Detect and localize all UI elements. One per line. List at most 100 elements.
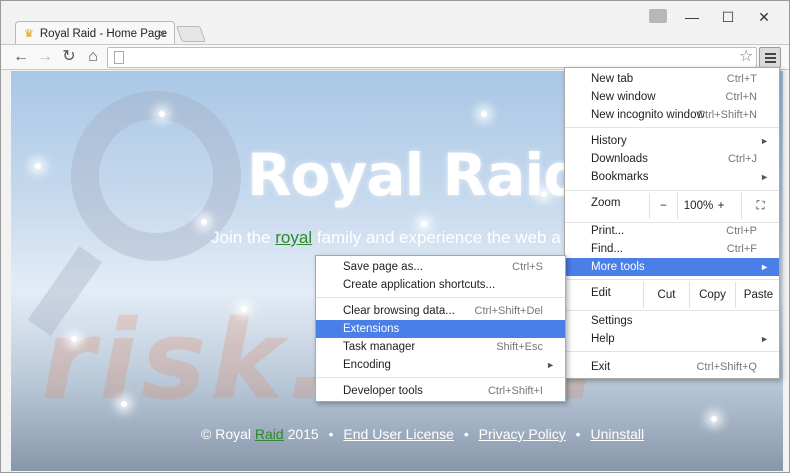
bookmark-star-icon[interactable]: ☆: [739, 47, 753, 67]
fullscreen-icon[interactable]: ⛶: [741, 193, 779, 219]
back-arrow-icon[interactable]: ←: [11, 47, 31, 67]
chrome-main-menu: New tab Ctrl+T New window Ctrl+N New incog…: [564, 67, 780, 379]
submenu-arrow-icon: ►: [546, 360, 555, 370]
footer-separator: •: [328, 426, 334, 442]
menu-shortcut: Shift+Esc: [496, 341, 543, 353]
sparkle: [711, 416, 717, 422]
menu-label: Extensions: [343, 323, 400, 335]
edit-row: Edit Cut Copy Paste: [565, 282, 779, 308]
menu-item-help[interactable]: Help ►: [565, 330, 779, 348]
forward-arrow-icon[interactable]: →: [35, 47, 55, 67]
menu-label: Task manager: [343, 341, 416, 353]
menu-label: Print...: [591, 225, 625, 237]
submenu-item-encoding[interactable]: Encoding ►: [316, 356, 565, 374]
zoom-out-button[interactable]: −: [649, 193, 677, 219]
menu-shortcut: Ctrl+Shift+Q: [696, 361, 757, 373]
submenu-item-save-page[interactable]: Save page as... Ctrl+S: [316, 258, 565, 276]
menu-label: Find...: [591, 243, 623, 255]
menu-item-exit[interactable]: Exit Ctrl+Shift+Q: [565, 358, 779, 376]
subtitle-text: family and experience the web a: [312, 228, 561, 247]
maximize-button[interactable]: ☐: [713, 7, 743, 27]
subtitle-text: Join the: [211, 228, 276, 247]
hamburger-bar: [765, 53, 776, 55]
sparkle: [71, 336, 77, 342]
zoom-label: Zoom: [591, 197, 621, 209]
menu-shortcut: Ctrl+J: [727, 153, 757, 165]
copy-button[interactable]: Copy: [689, 282, 735, 308]
menu-label: History: [591, 135, 627, 147]
user-profile-icon[interactable]: [649, 9, 667, 23]
submenu-arrow-icon: ►: [760, 172, 769, 182]
zoom-row: Zoom − 100% + ⛶: [565, 193, 779, 219]
submenu-item-app-shortcuts[interactable]: Create application shortcuts...: [316, 276, 565, 294]
menu-shortcut: Ctrl+Shift+I: [487, 385, 543, 397]
menu-label: Developer tools: [343, 385, 423, 397]
home-icon[interactable]: ⌂: [83, 47, 103, 67]
menu-shortcut: Ctrl+P: [726, 225, 757, 237]
submenu-item-task-manager[interactable]: Task manager Shift+Esc: [316, 338, 565, 356]
menu-item-find[interactable]: Find... Ctrl+F: [565, 240, 779, 258]
menu-divider: [565, 310, 779, 311]
menu-divider: [316, 297, 565, 298]
hero-title: Royal Raid: [247, 141, 585, 209]
edit-label: Edit: [591, 287, 611, 299]
crown-icon: ♛: [24, 27, 34, 40]
menu-label: Settings: [591, 315, 633, 327]
sparkle: [159, 111, 165, 117]
menu-label: New window: [591, 91, 656, 103]
menu-shortcut: Ctrl+T: [726, 73, 757, 85]
tab-royal-raid[interactable]: ♛ Royal Raid - Home Page ×: [15, 21, 175, 45]
submenu-item-extensions[interactable]: Extensions: [316, 320, 565, 338]
menu-label: More tools: [591, 261, 645, 273]
menu-item-more-tools[interactable]: More tools ►: [565, 258, 779, 276]
sparkle: [481, 111, 487, 117]
copyright-text: © Royal: [201, 426, 255, 442]
submenu-arrow-icon: ►: [760, 334, 769, 344]
footer: © Royal Raid 2015 • End User License • P…: [201, 426, 644, 442]
eula-link[interactable]: End User License: [343, 426, 454, 442]
footer-separator: •: [463, 426, 469, 442]
menu-item-bookmarks[interactable]: Bookmarks ►: [565, 168, 779, 186]
copyright-accent: Raid: [254, 426, 284, 442]
menu-item-history[interactable]: History ►: [565, 132, 779, 150]
close-window-button[interactable]: ✕: [749, 7, 779, 27]
hamburger-bar: [765, 61, 776, 63]
menu-item-settings[interactable]: Settings: [565, 312, 779, 330]
paste-button[interactable]: Paste: [735, 282, 781, 308]
menu-shortcut: Ctrl+Shift+Del: [474, 305, 543, 317]
more-tools-submenu: Save page as... Ctrl+S Create application…: [315, 255, 566, 402]
zoom-in-button[interactable]: +: [707, 193, 735, 219]
submenu-item-developer-tools[interactable]: Developer tools Ctrl+Shift+I: [316, 382, 565, 400]
menu-divider: [565, 279, 779, 280]
submenu-arrow-icon: ►: [760, 262, 769, 272]
menu-label: New tab: [591, 73, 634, 85]
new-tab-button[interactable]: [176, 26, 206, 42]
cut-button[interactable]: Cut: [643, 282, 689, 308]
subtitle-accent-link[interactable]: royal: [275, 228, 312, 247]
footer-separator: •: [575, 426, 581, 442]
menu-item-downloads[interactable]: Downloads Ctrl+J: [565, 150, 779, 168]
tab-title: Royal Raid - Home Page: [39, 27, 168, 40]
reload-icon[interactable]: ↻: [59, 47, 79, 67]
menu-label: Save page as...: [343, 261, 423, 273]
browser-window: ♛ Royal Raid - Home Page × — ☐ ✕ ← → ↻ ⌂…: [0, 0, 790, 473]
privacy-policy-link[interactable]: Privacy Policy: [479, 426, 566, 442]
menu-item-print[interactable]: Print... Ctrl+P: [565, 222, 779, 240]
sparkle: [201, 219, 207, 225]
menu-item-new-tab[interactable]: New tab Ctrl+T: [565, 70, 779, 88]
uninstall-link[interactable]: Uninstall: [590, 426, 644, 442]
menu-item-new-window[interactable]: New window Ctrl+N: [565, 88, 779, 106]
minimize-button[interactable]: —: [677, 7, 707, 27]
menu-item-incognito[interactable]: New incognito window Ctrl+Shift+N: [565, 106, 779, 124]
sparkle: [121, 401, 127, 407]
submenu-item-clear-browsing-data[interactable]: Clear browsing data... Ctrl+Shift+Del: [316, 302, 565, 320]
menu-label: Exit: [591, 361, 611, 373]
address-bar[interactable]: [107, 47, 757, 68]
menu-label: Encoding: [343, 359, 391, 371]
page-icon: [114, 51, 124, 64]
tab-close-icon[interactable]: ×: [158, 26, 166, 41]
chrome-menu-button[interactable]: [759, 47, 781, 68]
menu-label: Help: [591, 333, 615, 345]
hamburger-bar: [765, 57, 776, 59]
menu-shortcut: Ctrl+N: [725, 91, 757, 103]
